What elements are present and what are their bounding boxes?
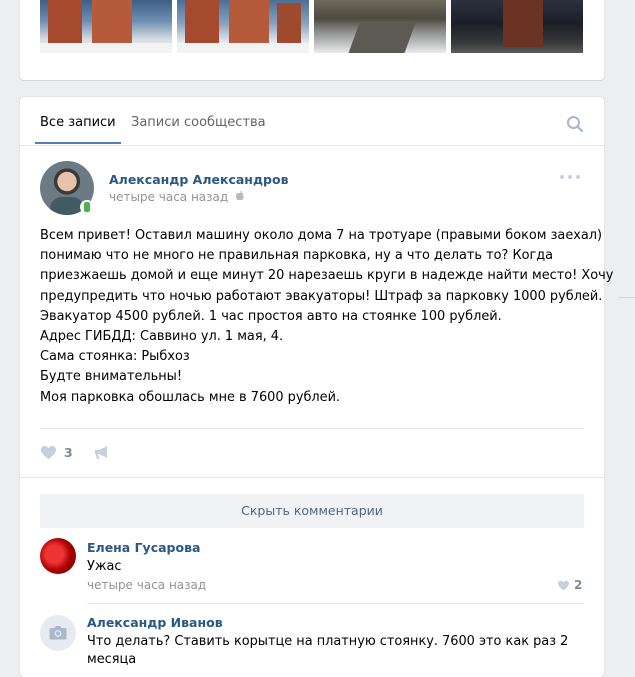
building-shape [229,0,269,47]
post-text-line: Моя парковка обошлась мне в 7600 рублей. [40,389,341,405]
post-text: Всем привет! Оставил машину около дома 7… [40,226,614,408]
album-photo-1[interactable] [40,0,172,53]
comment-text: Ужас [87,559,122,574]
album-photo-3[interactable] [314,0,446,53]
post-text-line: Адрес ГИБДД: Саввино ул. 1 мая, 4. [40,329,284,345]
post-like-count[interactable]: 3 [64,445,73,460]
mobile-badge-icon [80,200,94,214]
post-text-line: Будте внимательны! [40,369,182,385]
heart-icon[interactable] [557,580,570,591]
building-shape [48,0,82,47]
post-text-line: Сама стоянка: Рыбхоз [40,349,190,365]
road-shape [348,23,416,53]
photo-album-card [20,0,604,80]
divider [87,603,584,604]
search-icon[interactable] [566,115,584,133]
active-tab-indicator [35,142,121,144]
post-author-name[interactable]: Александр Александров [109,172,288,187]
comment-avatar[interactable] [40,538,76,574]
divider [20,477,604,478]
avatar-figure [50,197,84,215]
comment-like-count[interactable]: 2 [574,578,582,592]
megaphone-icon[interactable] [93,445,110,460]
camera-icon [49,626,67,640]
building-shape [185,0,219,47]
more-icon[interactable] [560,173,582,181]
comment-timestamp[interactable]: четыре часа назад [87,578,206,592]
comment-text: Что делать? Ставить корытце на платную с… [87,634,569,649]
wall-tabs: Все записи Записи сообщества [20,97,604,146]
wall-card: Все записи Записи сообщества Александр А… [20,97,614,677]
building-shape [503,0,543,47]
post-text-line: приезжаешь домой и еще минут 20 нарезаеш… [40,268,614,284]
comment-author-name[interactable]: Александр Иванов [87,615,223,630]
divider [618,297,635,298]
building-shape [277,3,301,47]
comment-author-name[interactable]: Елена Гусарова [87,540,200,555]
album-photo-2[interactable] [177,0,309,53]
post-timestamp[interactable]: четыре часа назад [109,190,228,204]
tab-all-posts[interactable]: Все записи [40,115,116,130]
building-shape [92,0,132,47]
album-photo-4[interactable] [451,0,583,53]
hide-comments-button[interactable]: Скрыть комментарии [40,494,584,528]
comment-avatar[interactable] [40,615,76,651]
divider [40,428,584,429]
snow-ground [177,43,309,53]
tab-community-posts[interactable]: Записи сообщества [131,115,266,130]
post-text-line: понимаю что не много не правильная парко… [40,248,554,264]
post-text-line: предупредить что ночью работают эвакуато… [40,288,603,304]
heart-icon[interactable] [40,445,57,460]
post-text-line: Эвакуатор 4500 рублей. 1 час простоя авт… [40,308,502,324]
apple-icon [235,190,244,201]
snow-ground [40,43,172,53]
post-text-line: Всем привет! Оставил машину около дома 7… [40,228,603,243]
